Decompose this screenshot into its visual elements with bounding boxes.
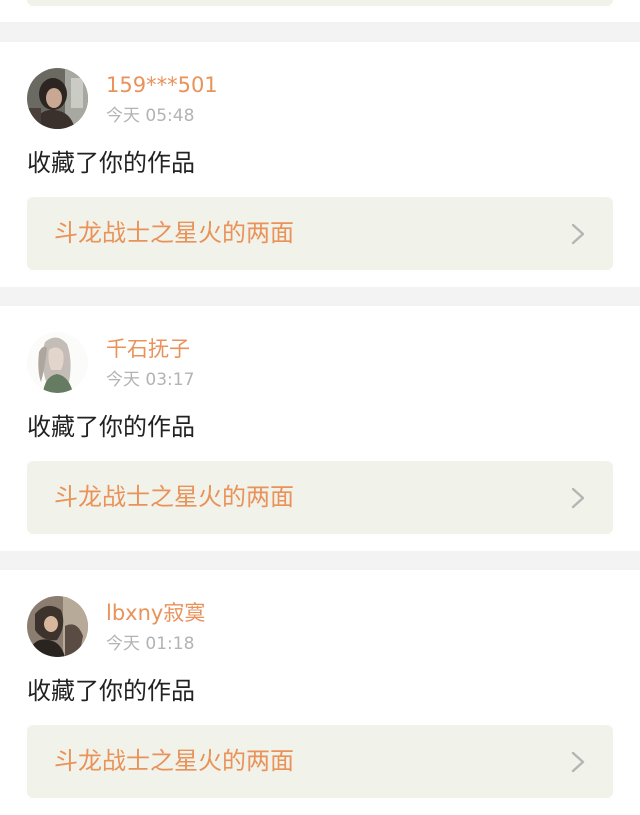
chevron-right-icon	[571, 223, 585, 245]
previous-work-link-partial[interactable]	[27, 0, 613, 6]
action-text: 收藏了你的作品	[27, 413, 195, 441]
timestamp: 今天 01:18	[106, 634, 195, 654]
notification-card: 千石抚子 今天 03:17 收藏了你的作品 斗龙战士之星火的两面	[0, 306, 640, 551]
previous-notification-card-partial	[0, 0, 640, 22]
work-link[interactable]: 斗龙战士之星火的两面	[27, 197, 613, 270]
work-link[interactable]: 斗龙战士之星火的两面	[27, 725, 613, 798]
notification-card: 159***501 今天 05:48 收藏了你的作品 斗龙战士之星火的两面	[0, 42, 640, 287]
username[interactable]: 159***501	[106, 72, 218, 98]
notification-card: lbxny寂寞 今天 01:18 收藏了你的作品 斗龙战士之星火的两面	[0, 570, 640, 815]
work-title: 斗龙战士之星火的两面	[54, 219, 294, 247]
user-avatar-icon	[27, 332, 88, 393]
work-link[interactable]: 斗龙战士之星火的两面	[27, 461, 613, 534]
timestamp: 今天 05:48	[106, 106, 195, 126]
user-avatar[interactable]	[27, 596, 88, 657]
username[interactable]: lbxny寂寞	[106, 600, 205, 626]
work-title: 斗龙战士之星火的两面	[54, 747, 294, 775]
action-text: 收藏了你的作品	[27, 149, 195, 177]
chevron-right-icon	[571, 487, 585, 509]
work-title: 斗龙战士之星火的两面	[54, 483, 294, 511]
action-text: 收藏了你的作品	[27, 677, 195, 705]
user-avatar-icon	[27, 68, 88, 129]
user-avatar[interactable]	[27, 332, 88, 393]
user-avatar-icon	[27, 596, 88, 657]
chevron-right-icon	[571, 751, 585, 773]
username[interactable]: 千石抚子	[106, 336, 190, 362]
user-avatar[interactable]	[27, 68, 88, 129]
timestamp: 今天 03:17	[106, 370, 195, 390]
